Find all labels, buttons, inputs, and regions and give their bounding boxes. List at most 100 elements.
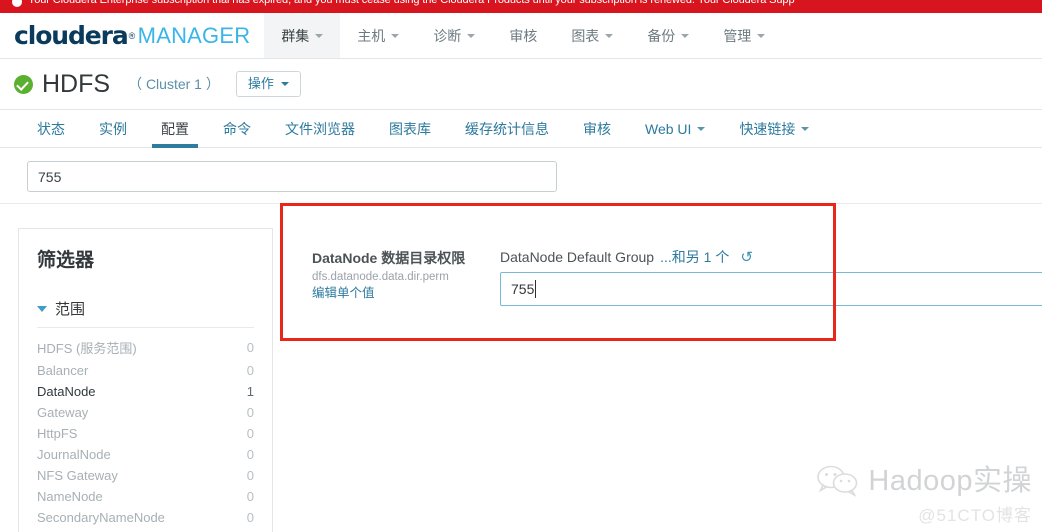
chevron-down-icon	[681, 33, 690, 38]
chevron-down-icon	[801, 126, 810, 131]
nav-item-administration[interactable]: 管理	[706, 13, 782, 58]
filter-item-count: 0	[246, 510, 254, 525]
check-circle-icon	[14, 74, 33, 94]
tab-label: 实例	[99, 120, 127, 137]
top-navbar: cloudera ® MANAGER 群集 主机 诊断 审核 图表 备份 管理	[0, 13, 1042, 59]
tab-label: 快速链接	[739, 120, 796, 137]
filter-item-journalnode[interactable]: JournalNode 0	[37, 444, 254, 465]
filter-item-httpfs[interactable]: HttpFS 0	[37, 423, 254, 444]
nav-item-charts[interactable]: 图表	[554, 13, 630, 58]
search-input[interactable]	[27, 161, 557, 192]
filter-item-count: 0	[246, 489, 254, 504]
brand-cloudera-text: cloudera	[14, 21, 129, 50]
filter-item-label: Gateway	[37, 405, 89, 420]
tab-chart-library[interactable]: 图表库	[372, 110, 448, 147]
filter-item-label: SecondaryNameNode	[37, 510, 165, 525]
filter-item-failover-controller[interactable]: Failover Controller 0	[37, 528, 254, 532]
tab-web-ui[interactable]: Web UI	[628, 110, 722, 147]
alert-circle-icon	[12, 0, 22, 7]
config-group-more-link[interactable]: ...和另 1 个	[660, 247, 729, 267]
page-title: HDFS	[42, 69, 111, 98]
filter-title: 筛选器	[37, 250, 95, 271]
tab-label: 缓存统计信息	[465, 120, 549, 137]
config-value-input[interactable]	[500, 272, 1042, 306]
filter-item-balancer[interactable]: Balancer 0	[37, 360, 254, 381]
nav-item-diagnostics[interactable]: 诊断	[416, 13, 492, 58]
tab-instances[interactable]: 实例	[82, 110, 144, 147]
chevron-down-icon	[37, 305, 47, 312]
brand-logo[interactable]: cloudera ® MANAGER	[0, 13, 264, 58]
filter-item-count: 0	[246, 405, 254, 420]
filter-item-count: 0	[246, 340, 254, 355]
actions-button[interactable]: 操作	[235, 71, 301, 97]
filter-item-label: DataNode	[37, 384, 96, 399]
filter-item-label: Balancer	[37, 363, 89, 378]
navbar-items: 群集 主机 诊断 审核 图表 备份 管理	[264, 13, 782, 58]
filter-item-hdfs-service-wide[interactable]: HDFS (服务范围) 0	[37, 335, 254, 360]
service-tabs: 状态 实例 配置 命令 文件浏览器 图表库 缓存统计信息 审核 Web UI 快…	[0, 110, 1042, 148]
cluster-link[interactable]: （ Cluster 1 ）	[128, 74, 220, 94]
config-value-wrapper	[500, 272, 1042, 306]
nav-item-clusters[interactable]: 群集	[264, 13, 341, 58]
config-display-name: DataNode 数据目录权限	[312, 250, 466, 266]
tab-label: 命令	[223, 120, 251, 137]
nav-item-label: 主机	[357, 27, 386, 44]
chevron-down-icon	[697, 126, 706, 131]
tab-label: Web UI	[645, 120, 692, 137]
nav-item-backup[interactable]: 备份	[630, 13, 706, 58]
tab-label: 文件浏览器	[285, 120, 355, 137]
tab-file-browser[interactable]: 文件浏览器	[268, 110, 372, 147]
nav-item-audits[interactable]: 审核	[492, 13, 554, 58]
chevron-down-icon	[757, 33, 766, 38]
subscription-alert-banner: Your Cloudera Enterprise subscription tr…	[0, 0, 1042, 13]
tab-audits[interactable]: 审核	[566, 110, 628, 147]
brand-trademark: ®	[128, 30, 136, 41]
config-value-column: DataNode Default Group ...和另 1 个 ↺	[500, 248, 1042, 306]
tab-label: 审核	[583, 120, 611, 137]
cloudera-manager-page: Your Cloudera Enterprise subscription tr…	[0, 0, 1042, 532]
filter-item-gateway[interactable]: Gateway 0	[37, 402, 254, 423]
alert-banner-text: Your Cloudera Enterprise subscription tr…	[28, 0, 795, 6]
tab-commands[interactable]: 命令	[206, 110, 268, 147]
nav-item-label: 图表	[571, 27, 600, 44]
chevron-down-icon	[467, 33, 476, 38]
nav-item-label: 群集	[281, 27, 310, 44]
filter-sidebar: 筛选器 范围 HDFS (服务范围) 0 Balancer 0 DataNode…	[18, 228, 273, 532]
config-label-column: DataNode 数据目录权限 dfs.datanode.data.dir.pe…	[312, 248, 500, 303]
chevron-down-icon	[391, 33, 400, 38]
nav-item-label: 审核	[509, 27, 538, 44]
filter-item-label: NameNode	[37, 489, 103, 504]
filter-item-count: 0	[246, 468, 254, 483]
filter-section-label: 范围	[55, 301, 86, 318]
tab-cache-statistics[interactable]: 缓存统计信息	[448, 110, 566, 147]
filter-item-nfs-gateway[interactable]: NFS Gateway 0	[37, 465, 254, 486]
config-property-key: dfs.datanode.data.dir.perm	[312, 270, 449, 283]
tab-label: 状态	[37, 120, 65, 137]
tab-quick-links[interactable]: 快速链接	[722, 110, 826, 147]
text-cursor	[535, 280, 536, 298]
filter-section-scope[interactable]: 范围	[37, 298, 254, 328]
filter-item-count: 0	[246, 426, 254, 441]
nav-item-label: 诊断	[433, 27, 462, 44]
actions-button-label: 操作	[247, 76, 274, 91]
filter-item-namenode[interactable]: NameNode 0	[37, 486, 254, 507]
tab-label: 图表库	[389, 120, 431, 137]
config-group-name: DataNode Default Group	[500, 249, 655, 265]
nav-item-label: 备份	[647, 27, 676, 44]
tab-status[interactable]: 状态	[20, 110, 82, 147]
filter-item-label: HDFS (服务范围)	[37, 341, 137, 356]
brand-manager-text: MANAGER	[137, 22, 251, 48]
nav-item-label: 管理	[723, 27, 752, 44]
tab-configuration[interactable]: 配置	[144, 110, 206, 148]
nav-item-hosts[interactable]: 主机	[340, 13, 416, 58]
filter-item-secondarynamenode[interactable]: SecondaryNameNode 0	[37, 507, 254, 528]
edit-individual-values-link[interactable]: 编辑单个值	[312, 285, 500, 303]
chevron-down-icon	[280, 81, 289, 86]
chevron-down-icon	[605, 33, 614, 38]
reset-arrow-icon[interactable]: ↺	[740, 250, 753, 265]
filter-item-datanode[interactable]: DataNode 1	[37, 381, 254, 402]
filter-item-label: NFS Gateway	[37, 468, 118, 483]
chevron-down-icon	[315, 33, 324, 38]
filter-item-count: 1	[246, 384, 254, 399]
filter-item-label: HttpFS	[37, 426, 78, 441]
